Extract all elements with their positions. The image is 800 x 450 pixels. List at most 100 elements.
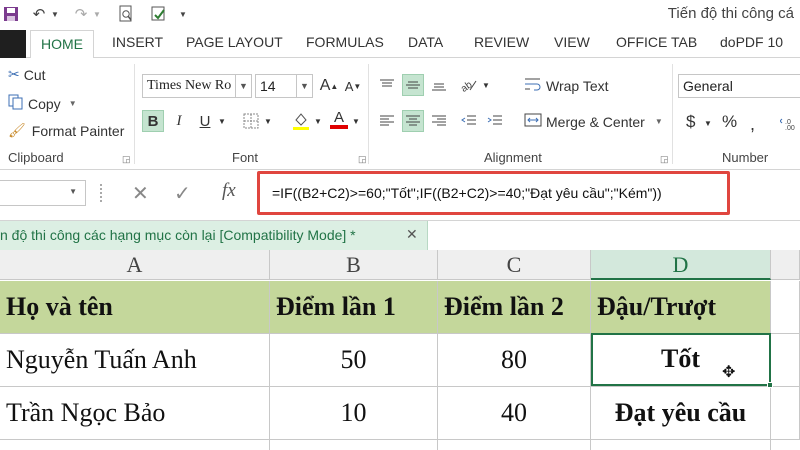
align-top-icon[interactable]	[376, 74, 398, 96]
save-icon[interactable]	[2, 4, 20, 24]
copy-label: Copy	[28, 95, 61, 112]
shrink-font-letter: A	[344, 78, 354, 94]
chevron-down-icon: ▼	[654, 117, 663, 126]
grow-font-icon[interactable]: A ▲	[318, 75, 340, 97]
formula-bar-grip[interactable]	[100, 184, 102, 202]
chevron-down-icon[interactable]: ▼	[702, 112, 714, 134]
font-color-letter: A	[333, 108, 344, 126]
fill-color-icon[interactable]	[290, 110, 312, 132]
format-painter-button[interactable]: 🖌 Format Painter	[8, 122, 124, 139]
chevron-down-icon[interactable]: ▼	[69, 187, 77, 196]
copy-button[interactable]: Copy ▼	[8, 94, 77, 113]
spell-check-icon[interactable]	[148, 4, 170, 24]
tab-review[interactable]: REVIEW	[474, 34, 529, 50]
empty-cell[interactable]	[270, 440, 438, 450]
merge-center-icon	[524, 112, 542, 131]
formula-buttons: ✕ ✓ fx	[118, 180, 258, 206]
align-bottom-icon[interactable]	[428, 74, 450, 96]
redo-dropdown-icon[interactable]: ▼	[92, 4, 102, 24]
currency-button[interactable]: $	[686, 112, 695, 132]
percent-button[interactable]: %	[722, 112, 737, 132]
cut-button[interactable]: ✂ Cut	[8, 66, 46, 83]
header-cell-result[interactable]: Đậu/Trượt	[591, 281, 771, 334]
column-header-d[interactable]: D	[591, 250, 771, 280]
font-name-combo[interactable]: Times New Ro ▼	[142, 74, 252, 98]
number-format-combo[interactable]: General	[678, 74, 800, 98]
header-cell-score2[interactable]: Điểm lần 2	[438, 281, 591, 334]
customize-toolbar-icon[interactable]: ▼	[178, 4, 188, 24]
font-launcher-icon[interactable]: ◲	[358, 154, 367, 165]
tab-view[interactable]: VIEW	[554, 34, 590, 50]
chevron-down-icon[interactable]: ▼	[350, 110, 362, 132]
alignment-group-label: Alignment	[484, 150, 542, 165]
underline-button[interactable]: U	[194, 110, 216, 132]
table-cell[interactable]: 50	[270, 334, 438, 387]
table-cell[interactable]: Nguyễn Tuấn Anh	[0, 334, 270, 387]
empty-cell[interactable]	[0, 440, 270, 450]
redo-icon[interactable]: ↷	[72, 4, 90, 24]
borders-icon[interactable]	[240, 110, 262, 132]
font-size-combo[interactable]: 14 ▼	[255, 74, 313, 98]
clipboard-launcher-icon[interactable]: ◲	[122, 154, 131, 165]
italic-button[interactable]: I	[168, 110, 190, 132]
increase-indent-icon[interactable]	[484, 110, 506, 132]
header-cell-name[interactable]: Họ và tên	[0, 281, 270, 334]
header-cell-score1[interactable]: Điểm lần 1	[270, 281, 438, 334]
align-right-icon[interactable]	[428, 110, 450, 132]
formula-input[interactable]: =IF((B2+C2)>=60;"Tốt";IF((B2+C2)>=40;"Đạ…	[272, 185, 662, 201]
tab-home[interactable]: HOME	[30, 30, 94, 59]
chevron-down-icon[interactable]: ▼	[235, 75, 251, 97]
empty-cell[interactable]	[771, 387, 800, 440]
column-header-c[interactable]: C	[438, 250, 591, 280]
chevron-down-icon[interactable]: ▼	[480, 74, 492, 96]
chevron-down-icon[interactable]: ▼	[312, 110, 324, 132]
workbook-tab[interactable]: n độ thi công các hạng mục còn lại [Comp…	[0, 221, 428, 251]
chevron-down-icon[interactable]: ▼	[262, 110, 274, 132]
fill-handle[interactable]	[767, 382, 773, 388]
tab-insert[interactable]: INSERT	[112, 34, 163, 50]
column-header-a[interactable]: A	[0, 250, 270, 280]
grow-font-letter: A	[319, 77, 331, 94]
shrink-font-icon[interactable]: A ▼	[342, 75, 364, 97]
enter-icon[interactable]: ✓	[174, 181, 191, 206]
tab-dopdf[interactable]: doPDF 10	[720, 34, 783, 50]
table-cell[interactable]: 10	[270, 387, 438, 440]
close-icon[interactable]: ✕	[406, 226, 418, 243]
orientation-icon[interactable]: ab	[458, 74, 480, 96]
tab-formulas[interactable]: FORMULAS	[306, 34, 384, 50]
comma-style-button[interactable]: ,	[750, 114, 755, 135]
font-color-icon[interactable]: A	[328, 108, 350, 130]
column-header-b[interactable]: B	[270, 250, 438, 280]
table-cell[interactable]: Đạt yêu cầu	[591, 387, 771, 440]
table-cell[interactable]: Trần Ngọc Bảo	[0, 387, 270, 440]
column-header-e[interactable]	[771, 250, 800, 280]
empty-cell[interactable]	[771, 281, 800, 334]
empty-cell[interactable]	[438, 440, 591, 450]
file-tab[interactable]	[0, 30, 26, 58]
cancel-icon[interactable]: ✕	[132, 181, 149, 206]
wrap-text-button[interactable]: Wrap Text	[524, 76, 609, 95]
chevron-down-icon[interactable]: ▼	[296, 75, 312, 97]
increase-decimal-icon[interactable]: .0.00	[778, 112, 800, 134]
undo-icon[interactable]: ↶	[30, 4, 48, 24]
empty-cell[interactable]	[591, 440, 771, 450]
chevron-down-icon[interactable]: ▼	[216, 110, 228, 132]
name-box[interactable]: ▼	[0, 180, 86, 206]
formula-bar: ▼ ✕ ✓ fx =IF((B2+C2)>=60;"Tốt";IF((B2+C2…	[0, 170, 800, 220]
undo-dropdown-icon[interactable]: ▼	[50, 4, 60, 24]
align-center-icon[interactable]	[402, 110, 424, 132]
align-middle-icon[interactable]	[402, 74, 424, 96]
tab-page-layout[interactable]: PAGE LAYOUT	[186, 34, 283, 50]
insert-function-icon[interactable]: fx	[222, 180, 236, 202]
print-preview-icon[interactable]	[116, 4, 136, 24]
tab-data[interactable]: DATA	[408, 34, 443, 50]
alignment-launcher-icon[interactable]: ◲	[660, 154, 669, 165]
decrease-indent-icon[interactable]	[458, 110, 480, 132]
table-cell[interactable]: 80	[438, 334, 591, 387]
merge-center-button[interactable]: Merge & Center ▼	[524, 112, 663, 131]
tab-office-tab[interactable]: OFFICE TAB	[616, 34, 697, 50]
bold-button[interactable]: B	[142, 110, 164, 132]
table-cell[interactable]: 40	[438, 387, 591, 440]
align-left-icon[interactable]	[376, 110, 398, 132]
empty-cell[interactable]	[771, 334, 800, 387]
